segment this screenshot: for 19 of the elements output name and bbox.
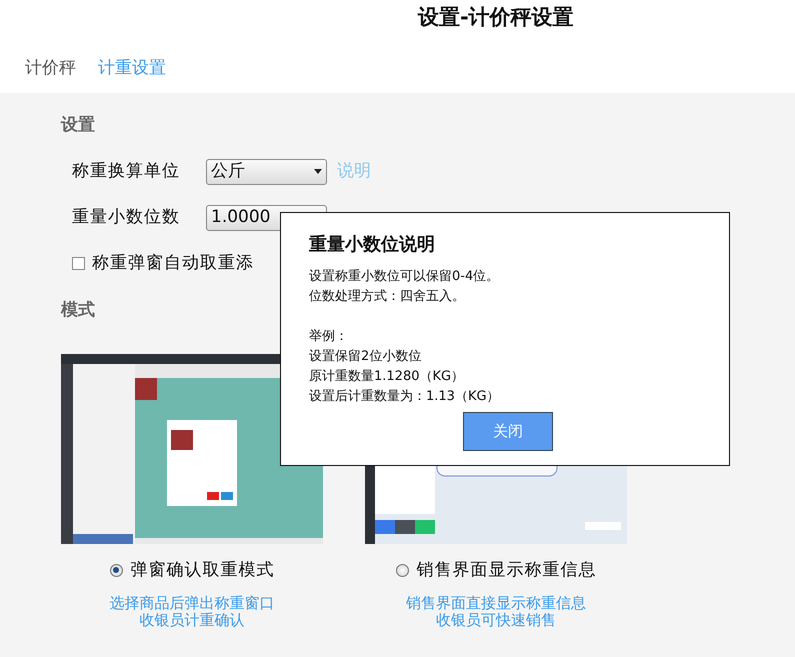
field-label: 重量小数位数 — [72, 206, 181, 229]
section-heading: 模式 — [61, 299, 95, 322]
radio-label: 销售界面显示称重信息 — [416, 558, 596, 582]
radio-label: 弹窗确认取重模式 — [130, 558, 274, 582]
dialog-text: 设置称重小数位可以保留0-4位。 位数处理方式：四舍五入。 — [309, 268, 500, 306]
checkbox[interactable] — [72, 256, 85, 270]
radio-button[interactable] — [396, 564, 408, 577]
dropdown-field[interactable]: 公斤 — [206, 158, 327, 184]
mode-description: 选择商品后弹出称重窗口 收银员计重确认 — [110, 595, 274, 629]
radio-button[interactable] — [110, 564, 122, 577]
field-label: 称重换算单位 — [72, 160, 181, 183]
page-title: 设置-计价秤设置 — [416, 4, 575, 31]
checkbox-label: 称重弹窗自动取重添 — [92, 252, 254, 274]
mode-description: 销售界面直接显示称重信息 收银员可快速销售 — [406, 595, 586, 629]
tab[interactable]: 计价秤 — [25, 56, 76, 78]
section-heading: 设置 — [61, 114, 95, 137]
dialog-title: 重量小数位说明 — [309, 233, 436, 257]
caret-icon — [314, 169, 322, 174]
dialog-text: 举例： 设置保留2位小数位 原计重数量1.1280（KG） 设置后计重数量为：1.13（KG） — [309, 328, 501, 406]
